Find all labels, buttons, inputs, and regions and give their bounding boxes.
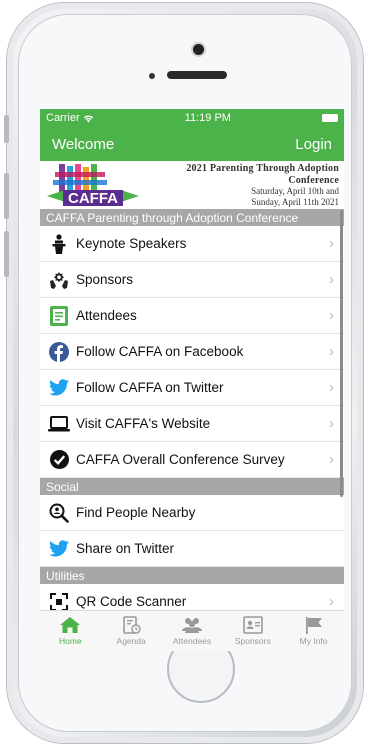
menu-item-label: Sponsors bbox=[76, 272, 134, 287]
tab-attendees[interactable]: Attendees bbox=[162, 611, 223, 651]
menu-item-share-twitter[interactable]: Share on Twitter bbox=[40, 531, 344, 567]
sensor-dot bbox=[149, 73, 155, 79]
home-icon bbox=[60, 617, 81, 633]
mute-switch bbox=[4, 115, 9, 143]
menu-item-attendees[interactable]: Attendees › bbox=[40, 298, 344, 334]
menu-item-find-people[interactable]: Find People Nearby bbox=[40, 495, 344, 531]
chevron-right-icon: › bbox=[329, 235, 334, 252]
section-header-conference: CAFFA Parenting through Adoption Confere… bbox=[40, 209, 344, 226]
sponsors-icon bbox=[242, 616, 263, 634]
volume-up-button bbox=[4, 173, 9, 219]
facebook-icon bbox=[48, 341, 70, 363]
search-people-icon bbox=[48, 502, 70, 524]
battery-icon bbox=[322, 114, 338, 122]
menu-item-label: Visit CAFFA's Website bbox=[76, 416, 211, 431]
tab-label: Sponsors bbox=[234, 636, 271, 646]
nav-title-welcome: Welcome bbox=[52, 135, 115, 153]
tab-home[interactable]: Home bbox=[40, 611, 101, 651]
attendees-icon bbox=[181, 618, 202, 633]
section-header-utilities: Utilities bbox=[40, 567, 344, 584]
menu-item-label: Find People Nearby bbox=[76, 505, 196, 520]
banner-date-1: Saturday, April 10th and bbox=[251, 186, 339, 197]
checkmark-circle-icon bbox=[48, 449, 70, 471]
menu-item-survey[interactable]: CAFFA Overall Conference Survey › bbox=[40, 442, 344, 478]
laptop-icon bbox=[48, 413, 70, 435]
menu-item-twitter[interactable]: Follow CAFFA on Twitter › bbox=[40, 370, 344, 406]
chevron-right-icon: › bbox=[329, 451, 334, 468]
sponsors-hands-icon bbox=[48, 269, 70, 291]
menu-item-label: Follow CAFFA on Twitter bbox=[76, 380, 224, 395]
banner-text: 2021 Parenting Through Adoption Conferen… bbox=[141, 163, 339, 207]
tab-bar: Home Agenda Attendees Sponsors My Info bbox=[40, 610, 344, 651]
status-time: 11:19 PM bbox=[184, 112, 231, 124]
tab-label: Attendees bbox=[172, 636, 212, 646]
volume-down-button bbox=[4, 231, 9, 277]
menu-item-keynote-speakers[interactable]: Keynote Speakers › bbox=[40, 226, 344, 262]
app-screen: Carrier 11:19 PM Welcome Login CAFFA 202… bbox=[40, 109, 344, 651]
tab-my-info[interactable]: My Info bbox=[283, 611, 344, 651]
carrier-label: Carrier bbox=[46, 112, 80, 124]
scrollbar[interactable] bbox=[340, 210, 343, 497]
menu-item-label: CAFFA Overall Conference Survey bbox=[76, 452, 285, 467]
tab-agenda[interactable]: Agenda bbox=[101, 611, 162, 651]
logo-text: CAFFA bbox=[68, 190, 118, 207]
section-header-social: Social bbox=[40, 478, 344, 495]
menu-item-label: Keynote Speakers bbox=[76, 236, 187, 251]
login-button[interactable]: Login bbox=[295, 136, 332, 153]
tab-sponsors[interactable]: Sponsors bbox=[222, 611, 283, 651]
speaker-podium-icon bbox=[48, 233, 70, 255]
caffa-logo: CAFFA bbox=[45, 162, 141, 208]
banner-date-2: Sunday, April 11th 2021 bbox=[251, 196, 339, 207]
menu-item-label: QR Code Scanner bbox=[76, 594, 187, 609]
attendees-document-icon bbox=[48, 305, 70, 327]
chevron-right-icon: › bbox=[329, 343, 334, 360]
tab-label: Home bbox=[59, 636, 82, 646]
agenda-icon bbox=[123, 616, 141, 634]
banner-title: 2021 Parenting Through Adoption Conferen… bbox=[186, 163, 339, 186]
twitter-icon bbox=[48, 377, 70, 399]
menu-item-facebook[interactable]: Follow CAFFA on Facebook › bbox=[40, 334, 344, 370]
carrier-info: Carrier bbox=[46, 112, 94, 124]
menu-item-website[interactable]: Visit CAFFA's Website › bbox=[40, 406, 344, 442]
chevron-right-icon: › bbox=[329, 379, 334, 396]
tab-label: My Info bbox=[299, 636, 328, 646]
wifi-icon bbox=[83, 114, 93, 123]
menu-list: CAFFA Parenting through Adoption Confere… bbox=[40, 209, 344, 620]
earpiece-speaker bbox=[167, 71, 227, 79]
status-bar: Carrier 11:19 PM bbox=[40, 109, 344, 127]
chevron-right-icon: › bbox=[329, 593, 334, 610]
chevron-right-icon: › bbox=[329, 271, 334, 288]
menu-item-sponsors[interactable]: Sponsors › bbox=[40, 262, 344, 298]
chevron-right-icon: › bbox=[329, 307, 334, 324]
flag-icon bbox=[305, 617, 322, 634]
tab-label: Agenda bbox=[116, 636, 146, 646]
menu-item-label: Follow CAFFA on Facebook bbox=[76, 344, 244, 359]
menu-item-label: Attendees bbox=[76, 308, 137, 323]
chevron-right-icon: › bbox=[329, 415, 334, 432]
menu-item-label: Share on Twitter bbox=[76, 541, 175, 556]
nav-bar: Welcome Login bbox=[40, 127, 344, 161]
front-camera bbox=[193, 44, 204, 55]
conference-banner: CAFFA 2021 Parenting Through Adoption Co… bbox=[40, 161, 344, 209]
twitter-icon bbox=[48, 538, 70, 560]
